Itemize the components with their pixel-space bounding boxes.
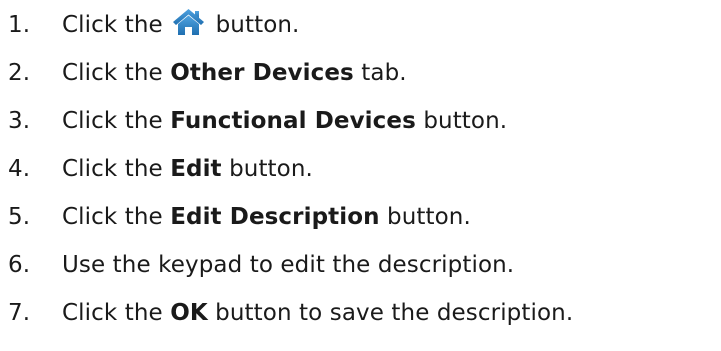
step-text: Click the: [62, 108, 171, 134]
step-text-end: button.: [379, 204, 471, 230]
step-text: Click the: [62, 156, 171, 182]
step-number: 6.: [8, 252, 31, 278]
step-text: Click the: [62, 204, 171, 230]
step-text: Click the: [62, 12, 171, 38]
step-text-end: button to save the description.: [207, 300, 574, 326]
step-number: 7.: [8, 300, 31, 326]
step-number: 5.: [8, 204, 31, 230]
step-1: 1. Click the button.: [8, 7, 299, 43]
step-5: 5. Click the Edit Description button.: [8, 199, 471, 235]
step-text: Use the keypad to edit the description.: [62, 252, 515, 278]
step-text-end: tab.: [353, 60, 407, 86]
step-number: 2.: [8, 60, 31, 86]
step-text: Click the: [62, 60, 171, 86]
step-number: 4.: [8, 156, 31, 182]
step-text-end: button.: [208, 12, 300, 38]
step-text: Click the: [62, 300, 171, 326]
step-7: 7. Click the OK button to save the descri…: [8, 295, 573, 331]
step-emphasis: Edit: [170, 156, 222, 182]
step-emphasis: Functional Devices: [170, 108, 416, 134]
step-3: 3. Click the Functional Devices button.: [8, 103, 507, 139]
step-emphasis: OK: [170, 300, 208, 326]
step-4: 4. Click the Edit button.: [8, 151, 313, 187]
step-6: 6. Use the keypad to edit the description…: [8, 247, 514, 283]
step-text-end: button.: [221, 156, 313, 182]
step-emphasis: Edit Description: [170, 204, 380, 230]
step-2: 2. Click the Other Devices tab.: [8, 55, 407, 91]
step-text-end: button.: [415, 108, 508, 134]
step-number: 3.: [8, 108, 31, 134]
step-number: 1.: [8, 12, 31, 38]
home-icon: [172, 8, 205, 36]
step-emphasis: Other Devices: [170, 60, 354, 86]
